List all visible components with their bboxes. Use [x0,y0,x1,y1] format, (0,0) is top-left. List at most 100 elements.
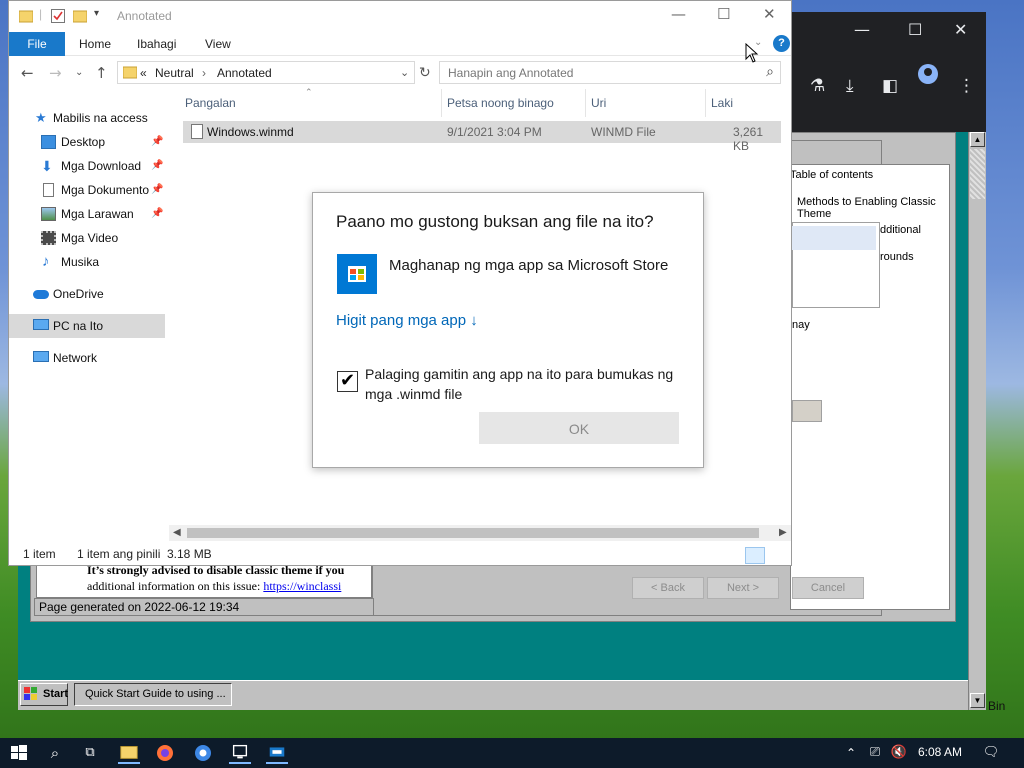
nav-network[interactable]: Network [9,346,165,370]
scroll-right-icon[interactable]: ▶ [779,525,787,541]
nav-documents[interactable]: Mga Dokumento 📌 [9,178,165,202]
classic-task-button[interactable]: Quick Start Guide to using ... [74,683,232,706]
breadcrumb-separator[interactable]: › [202,66,206,80]
chrome-icon[interactable] [192,742,214,764]
search-icon[interactable]: ⌕ [44,742,66,764]
help-icon[interactable]: ? [773,35,790,52]
virtual-machine-icon[interactable] [266,742,288,764]
column-divider[interactable] [585,89,586,117]
column-header-date[interactable]: Petsa noong binago [447,96,554,110]
horizontal-scrollbar[interactable]: ◀ ▶ [169,525,791,541]
start-windows-icon[interactable] [8,742,30,764]
info-link[interactable]: https://winclassi [263,579,341,593]
wizard-cancel-button[interactable]: Cancel [792,577,864,599]
large-icons-view-icon[interactable] [767,547,787,564]
classic-vscrollbar[interactable]: ▲ ▼ [968,132,986,710]
toc-item-line2[interactable]: Theme [797,208,831,220]
scroll-up-icon[interactable]: ▲ [970,132,985,147]
nav-this-pc[interactable]: PC na Ito [9,314,165,338]
nav-desktop[interactable]: Desktop 📌 [9,130,165,154]
nav-onedrive[interactable]: OneDrive [9,282,165,306]
back-arrow-icon[interactable]: ← [21,64,34,82]
browser-maximize-button[interactable]: ☐ [908,20,922,39]
browser-close-button[interactable]: ✕ [954,20,967,39]
nav-music[interactable]: ♪ Musika [9,250,165,274]
quick-access-dropdown-icon[interactable]: ▾ [94,8,99,19]
wizard-next-button[interactable]: Next > [707,577,779,599]
column-divider[interactable] [705,89,706,117]
close-button[interactable]: ✕ [763,5,776,23]
breadcrumb-neutral[interactable]: Neutral [155,66,194,80]
pin-icon[interactable]: 📌 [151,154,163,178]
toc-item-line1[interactable]: Methods to Enabling Classic [797,196,936,208]
always-use-checkbox[interactable]: ✔ [337,371,358,392]
toc-item-additional[interactable]: dditional [880,224,921,236]
always-use-label[interactable]: Palaging gamitin ang app na ito para bum… [365,364,675,404]
recycle-bin-label[interactable]: Bin [988,699,1005,713]
refresh-icon[interactable]: ↻ [419,65,431,81]
properties-icon[interactable] [51,9,65,23]
pin-icon[interactable]: 📌 [151,202,163,226]
notifications-icon[interactable]: 🗨 [980,742,1002,764]
nav-quick-access[interactable]: ★ Mabilis na access [9,106,165,130]
scroll-left-icon[interactable]: ◀ [173,525,181,541]
scroll-thumb[interactable] [970,149,985,199]
pin-icon[interactable]: 📌 [151,130,163,154]
flask-icon[interactable]: ⚗ [810,76,825,96]
profile-avatar[interactable] [918,64,938,84]
network-status-icon[interactable]: ⎚ [864,742,886,764]
nav-pictures[interactable]: Mga Larawan 📌 [9,202,165,226]
search-input[interactable]: Hanapin ang Annotated [448,66,573,80]
forward-arrow-icon[interactable]: → [49,64,62,82]
store-option[interactable]: Maghanap ng mga app sa Microsoft Store [389,257,668,274]
tab-file[interactable]: File [9,32,65,56]
column-divider[interactable] [441,89,442,117]
pin-icon[interactable]: 📌 [151,178,163,202]
network-icon [33,351,49,362]
explorer-status-bar: 1 item 1 item ang pinili 3.18 MB [9,541,791,565]
nav-label: Mga Video [61,231,119,245]
new-folder-icon[interactable] [73,9,87,23]
scroll-thumb[interactable] [187,528,759,538]
more-apps-link[interactable]: Higit pang mga app ↓ [336,312,478,329]
firefox-icon[interactable] [154,742,176,764]
tab-share[interactable]: Ibahagi [137,32,176,56]
nav-label: Desktop [61,135,106,149]
tab-view[interactable]: View [205,32,231,56]
minimize-button[interactable]: — [671,5,686,23]
address-bar[interactable]: « Neutral › Annotated ⌄ [117,61,415,84]
scroll-down-icon[interactable]: ▼ [970,693,985,708]
volume-muted-icon[interactable]: 🔇 [888,742,910,764]
table-row[interactable]: Windows.winmd 9/1/2021 3:04 PM WINMD Fil… [183,121,781,153]
search-icon[interactable]: ⌕ [766,64,774,80]
file-explorer-icon[interactable] [118,742,140,764]
microsoft-store-icon[interactable] [337,254,377,294]
breadcrumb-annotated[interactable]: Annotated [217,66,272,80]
menu-dots-icon[interactable]: ⋮ [958,76,975,96]
maximize-button[interactable]: ☐ [717,5,730,23]
toc-item-rounds[interactable]: rounds [880,251,914,263]
recent-locations-icon[interactable]: ⌄ [75,67,83,78]
address-dropdown-icon[interactable]: ⌄ [400,66,409,79]
column-header-name[interactable]: Pangalan [185,96,236,110]
tab-home[interactable]: Home [79,32,111,56]
column-header-size[interactable]: Laki [711,96,733,110]
ok-button[interactable]: OK [479,412,679,444]
breadcrumb-overflow[interactable]: « [140,66,147,80]
taskbar-clock[interactable]: 6:08 AM [918,745,962,759]
wizard-field[interactable] [792,400,822,422]
sidebar-icon[interactable]: ◧ [882,76,898,96]
column-header-type[interactable]: Uri [591,96,606,110]
show-hidden-icons-icon[interactable]: ⌃ [840,742,862,764]
nav-downloads[interactable]: ⬇ Mga Download 📌 [9,154,165,178]
nav-videos[interactable]: Mga Video [9,226,165,250]
up-arrow-icon[interactable]: ↑ [95,64,108,82]
details-view-icon[interactable] [745,547,765,564]
search-box[interactable]: Hanapin ang Annotated ⌕ [439,61,781,84]
explorer-title-bar[interactable]: | ▾ Annotated — ☐ ✕ [9,1,791,32]
task-view-icon[interactable]: ⧉ [79,742,101,764]
remote-desktop-icon[interactable] [229,742,251,764]
download-icon[interactable]: ⤓ [846,76,854,96]
browser-minimize-button[interactable]: — [854,20,870,39]
wizard-back-button[interactable]: < Back [632,577,704,599]
